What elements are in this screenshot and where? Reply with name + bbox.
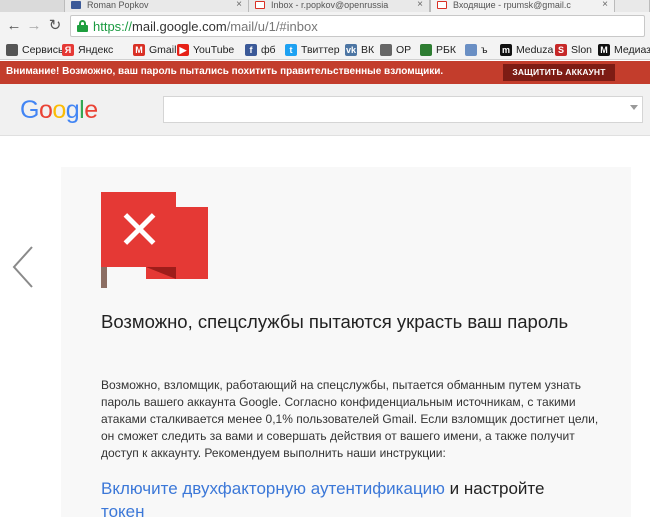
bookmark-gmail[interactable]: M Gmail — [133, 43, 176, 57]
main-content: Возможно, спецслужбы пытаются украсть ва… — [0, 137, 650, 517]
bookmark-kommersant[interactable]: ъ — [465, 43, 488, 57]
new-tab[interactable] — [614, 0, 650, 12]
logo-letter: g — [65, 96, 80, 124]
step-text: и настройте — [444, 479, 545, 498]
x-mark-icon — [121, 211, 157, 247]
meduza-icon: m — [500, 44, 512, 56]
bookmark-apps-grid[interactable]: Сервисы — [6, 43, 66, 57]
google-logo[interactable]: Google — [20, 96, 98, 125]
bookmark-slon[interactable]: S Slon — [555, 43, 592, 57]
browser-toolbar: ← → ↻ https://mail.google.com/mail/u/1/#… — [0, 12, 650, 40]
tab-label: Входящие - rpumsk@gmail.c — [453, 0, 571, 10]
logo-letter: e — [84, 96, 98, 124]
gmail-icon — [255, 1, 265, 9]
bookmark-facebook[interactable]: f фб — [245, 43, 276, 57]
url-scheme: https:// — [93, 19, 133, 34]
vk-icon: vk — [345, 44, 357, 56]
page-title: Возможно, спецслужбы пытаются украсть ва… — [101, 311, 569, 332]
bookmark-op[interactable]: OP — [380, 43, 411, 57]
bookmark-label: Meduza — [516, 44, 554, 56]
op-icon — [380, 44, 392, 56]
bookmark-label: Медиаз — [614, 44, 650, 56]
forward-arrow-icon[interactable]: → — [24, 16, 44, 36]
tab-inbox-openrussia[interactable]: Inbox - r.popkov@openrussia × — [248, 0, 430, 12]
facebook-icon — [71, 1, 81, 9]
apps-grid-icon — [6, 44, 18, 56]
bookmark-label: Сервисы — [22, 44, 66, 56]
tab-inbox-gmail[interactable]: Входящие - rpumsk@gmail.c × — [430, 0, 615, 12]
bookmark-label: фб — [261, 44, 276, 56]
gmail-icon — [437, 1, 447, 9]
bookmark-label: YouTube — [193, 44, 235, 56]
slon-icon: S — [555, 44, 567, 56]
twitter-icon: t — [285, 44, 297, 56]
logo-letter: o — [52, 96, 66, 124]
bookmark-meduza[interactable]: m Meduza — [500, 43, 553, 57]
bookmark-youtube[interactable]: ▶ YouTube — [177, 43, 234, 57]
warning-card: Возможно, спецслужбы пытаются украсть ва… — [61, 167, 631, 517]
tab-label: Roman Popkov — [87, 0, 149, 10]
url-host: mail.google.com — [132, 19, 227, 34]
bookmark-label: Gmail — [149, 44, 177, 56]
chevron-left-icon[interactable] — [10, 245, 36, 289]
bookmark-label: ъ — [481, 44, 488, 56]
warning-text: Внимание! Возможно, ваш пароль пытались … — [6, 66, 444, 77]
bookmark-label: Яндекс — [78, 44, 114, 56]
bookmark-yandex[interactable]: Я Яндекс — [62, 43, 113, 57]
lock-icon — [77, 20, 88, 32]
logo-letter: o — [38, 96, 53, 124]
mediazona-icon: M — [598, 44, 610, 56]
chevron-down-icon[interactable] — [630, 105, 638, 110]
youtube-icon: ▶ — [177, 44, 189, 56]
url-path: /mail/u/1/#inbox — [226, 19, 318, 34]
bookmark-vk[interactable]: vk ВК — [345, 43, 374, 57]
protect-account-button[interactable]: ЗАЩИТИТЬ АККАУНТ — [503, 64, 615, 81]
bookmarks-bar: Сервисы Я Яндекс M Gmail ▶ YouTube f фб t Твиттер v… — [0, 40, 650, 60]
close-icon[interactable]: × — [602, 0, 608, 10]
bookmark-mediazona[interactable]: M Медиаз — [598, 43, 650, 57]
bookmark-label: Твиттер — [301, 44, 340, 56]
yandex-icon: Я — [62, 44, 74, 56]
search-input[interactable] — [163, 96, 643, 123]
gmail-icon: M — [133, 44, 145, 56]
close-icon[interactable]: × — [236, 0, 242, 10]
kommersant-icon — [465, 44, 477, 56]
instruction-step: Включите двухфакторную аутентификацию и … — [101, 477, 606, 517]
logo-letter: G — [20, 96, 39, 124]
token-link[interactable]: токен — [101, 502, 145, 517]
address-bar[interactable]: https://mail.google.com/mail/u/1/#inbox — [70, 15, 645, 37]
url-text: https://mail.google.com/mail/u/1/#inbox — [93, 19, 318, 34]
bookmark-label: Slon — [571, 44, 593, 56]
close-icon[interactable]: × — [417, 0, 423, 10]
bookmark-label: OP — [396, 44, 412, 56]
bookmark-rbk[interactable]: РБК — [420, 43, 456, 57]
bookmark-label: ВК — [361, 44, 375, 56]
warning-description: Возможно, взломщик, работающий на спецсл… — [101, 378, 599, 460]
facebook-icon: f — [245, 44, 257, 56]
bookmark-label: РБК — [436, 44, 457, 56]
back-arrow-icon[interactable]: ← — [4, 16, 24, 36]
reload-icon[interactable]: ↻ — [45, 16, 65, 36]
bookmark-twitter[interactable]: t Твиттер — [285, 43, 340, 57]
tab-roman-popkov[interactable]: Roman Popkov × — [64, 0, 249, 12]
enable-2fa-link[interactable]: Включите двухфакторную аутентификацию — [101, 479, 445, 498]
gmail-header: Google — [0, 84, 650, 136]
rbk-icon — [420, 44, 432, 56]
warning-banner: Внимание! Возможно, ваш пароль пытались … — [0, 61, 650, 84]
tab-label: Inbox - r.popkov@openrussia — [271, 0, 389, 10]
tab-strip: Roman Popkov × Inbox - r.popkov@openruss… — [0, 0, 650, 12]
